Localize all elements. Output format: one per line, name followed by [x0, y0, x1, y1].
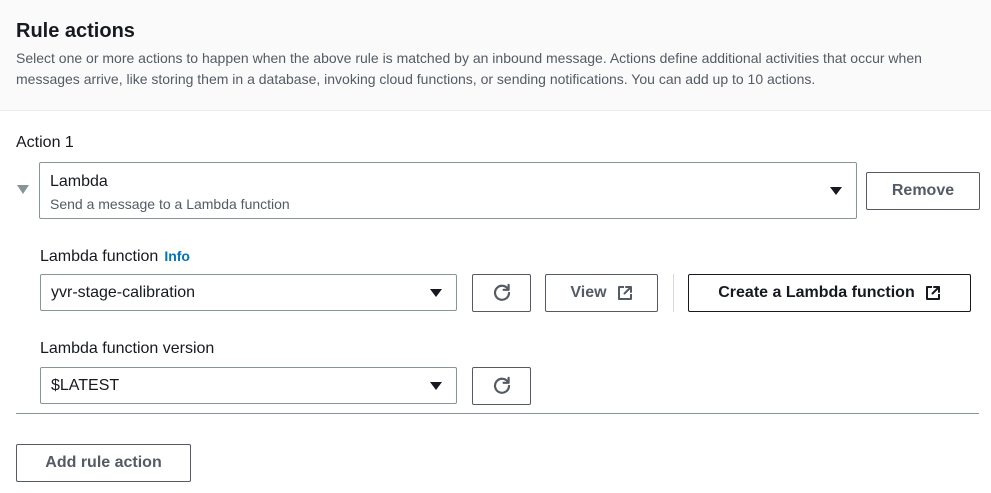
dropdown-caret-icon	[829, 186, 843, 196]
refresh-functions-button[interactable]	[472, 274, 531, 312]
action-label: Action 1	[16, 134, 74, 151]
add-rule-action-button[interactable]: Add rule action	[16, 444, 191, 482]
create-lambda-function-button[interactable]: Create a Lambda function	[688, 274, 971, 312]
remove-action-button[interactable]: Remove	[866, 172, 980, 210]
action-type-select[interactable]: Lambda Send a message to a Lambda functi…	[39, 162, 857, 219]
create-button-label: Create a Lambda function	[718, 284, 915, 301]
section-description: Select one or more actions to happen whe…	[16, 50, 922, 87]
section-divider	[16, 413, 979, 414]
lambda-version-value: $LATEST	[51, 377, 120, 394]
external-link-icon	[617, 285, 633, 301]
external-link-icon	[925, 285, 941, 301]
section-title: Rule actions	[16, 20, 135, 42]
lambda-function-select[interactable]: yvr-stage-calibration	[40, 274, 457, 311]
refresh-versions-button[interactable]	[472, 367, 531, 405]
collapse-caret-icon[interactable]	[16, 184, 30, 196]
lambda-version-select[interactable]: $LATEST	[40, 367, 457, 404]
lambda-function-label: Lambda function	[40, 248, 159, 265]
dropdown-caret-icon	[429, 288, 443, 298]
refresh-icon	[492, 376, 512, 396]
lambda-function-value: yvr-stage-calibration	[51, 284, 196, 301]
view-function-button[interactable]: View	[545, 274, 658, 312]
view-button-label: View	[570, 284, 607, 301]
section-header: Rule actions Select one or more actions …	[0, 0, 991, 111]
lambda-version-label: Lambda function version	[40, 340, 215, 357]
refresh-icon	[492, 283, 512, 303]
remove-button-label: Remove	[891, 182, 955, 199]
vertical-divider	[673, 274, 674, 312]
info-link[interactable]: Info	[164, 248, 190, 264]
action-type-description: Send a message to a Lambda function	[50, 196, 290, 212]
add-button-label: Add rule action	[45, 454, 162, 471]
action-type-value: Lambda	[50, 173, 108, 190]
dropdown-caret-icon	[429, 381, 443, 391]
lambda-function-field-label: Lambda function Info	[40, 246, 190, 267]
